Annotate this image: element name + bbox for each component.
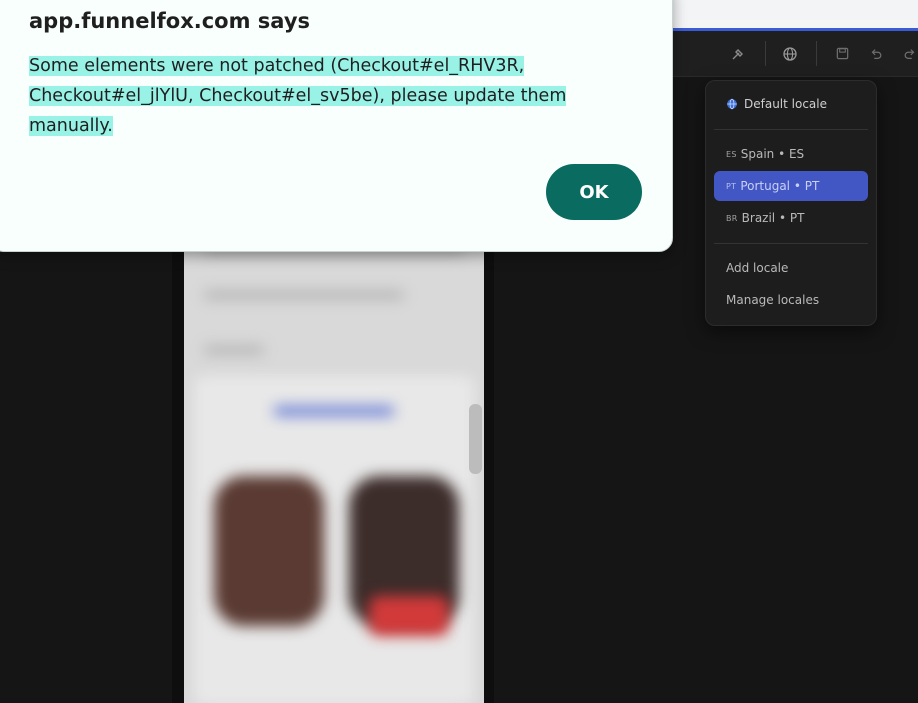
locale-label: Portugal • PT bbox=[740, 179, 820, 193]
dialog-message-line-1: Some elements were not patched (Checkout… bbox=[29, 56, 525, 76]
locale-item-portugal[interactable]: PT Portugal • PT bbox=[714, 171, 868, 201]
default-locale-item[interactable]: Default locale bbox=[714, 89, 868, 119]
manage-locales-item[interactable]: Manage locales bbox=[714, 285, 868, 315]
preview-scroll-handle[interactable] bbox=[469, 404, 482, 474]
locale-label: Brazil • PT bbox=[741, 211, 805, 225]
undo-icon[interactable] bbox=[862, 31, 890, 76]
locale-label: Spain • ES bbox=[740, 147, 805, 161]
default-locale-label: Default locale bbox=[744, 97, 828, 111]
globe-icon[interactable] bbox=[776, 31, 804, 76]
save-icon[interactable] bbox=[828, 31, 856, 76]
alert-dialog: app.funnelfox.com says Some elements wer… bbox=[0, 0, 673, 252]
blurred-text bbox=[204, 291, 404, 299]
add-locale-item[interactable]: Add locale bbox=[714, 253, 868, 283]
menu-divider bbox=[714, 243, 868, 244]
globe-icon bbox=[727, 98, 737, 110]
manage-locales-label: Manage locales bbox=[726, 293, 820, 307]
locale-item-spain[interactable]: ES Spain • ES bbox=[714, 139, 868, 169]
locale-code: PT bbox=[726, 181, 737, 191]
add-locale-label: Add locale bbox=[726, 261, 789, 275]
locale-item-brazil[interactable]: BR Brazil • PT bbox=[714, 203, 868, 233]
ok-button[interactable]: OK bbox=[546, 164, 642, 220]
dialog-title: app.funnelfox.com says bbox=[29, 9, 311, 33]
locale-code: ES bbox=[726, 149, 737, 159]
toolbar-divider bbox=[816, 41, 817, 66]
blurred-badge bbox=[369, 596, 449, 636]
blurred-link bbox=[274, 406, 394, 416]
locale-dropdown: Default locale ES Spain • ES PT Portugal… bbox=[705, 80, 877, 326]
dialog-message-line-2: Checkout#el_jlYlU, Checkout#el_sv5be), p… bbox=[29, 86, 567, 136]
brush-icon[interactable] bbox=[724, 31, 752, 76]
blurred-image bbox=[214, 476, 324, 626]
blurred-text bbox=[204, 346, 264, 354]
redo-icon[interactable] bbox=[896, 31, 918, 76]
toolbar-divider bbox=[765, 41, 766, 66]
locale-code: BR bbox=[726, 213, 738, 223]
menu-divider bbox=[714, 129, 868, 130]
dialog-message: Some elements were not patched (Checkout… bbox=[29, 51, 649, 141]
